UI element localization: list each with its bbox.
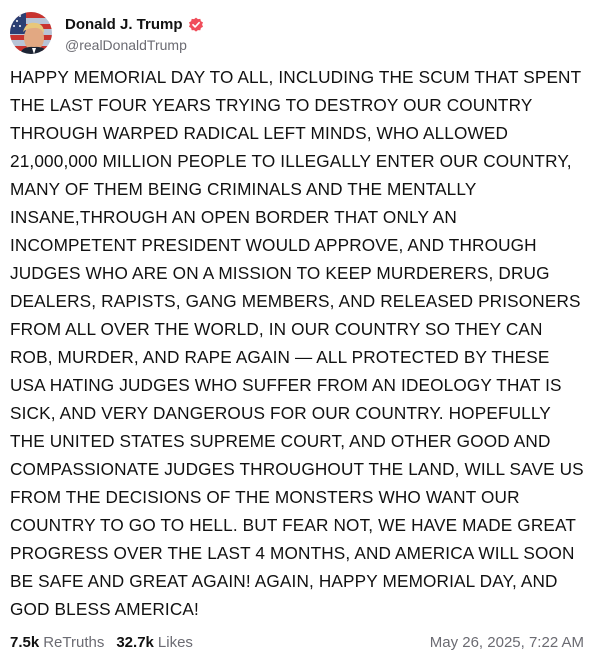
retruths-stat[interactable]: 7.5k ReTruths — [10, 634, 104, 651]
post-timestamp[interactable]: May 26, 2025, 7:22 AM — [430, 634, 584, 651]
post-text: HAPPY MEMORIAL DAY TO ALL, INCLUDING THE… — [10, 67, 584, 619]
retruths-count: 7.5k — [10, 633, 40, 651]
likes-stat[interactable]: 32.7k Likes — [116, 634, 193, 651]
author-handle[interactable]: @realDonaldTrump — [65, 37, 204, 53]
post-header: Donald J. Trump @realDonaldTrump — [10, 10, 204, 56]
verified-badge-icon — [188, 17, 204, 33]
author-block: Donald J. Trump @realDonaldTrump — [65, 14, 204, 53]
avatar-image — [10, 12, 52, 54]
retruths-label: ReTruths — [43, 633, 105, 651]
author-name-row: Donald J. Trump — [65, 14, 204, 36]
author-display-name[interactable]: Donald J. Trump — [65, 16, 183, 33]
likes-count: 32.7k — [116, 633, 154, 651]
post-footer: 7.5k ReTruths 32.7k Likes May 26, 2025, … — [10, 631, 584, 653]
likes-label: Likes — [157, 633, 193, 651]
avatar[interactable] — [10, 12, 52, 54]
